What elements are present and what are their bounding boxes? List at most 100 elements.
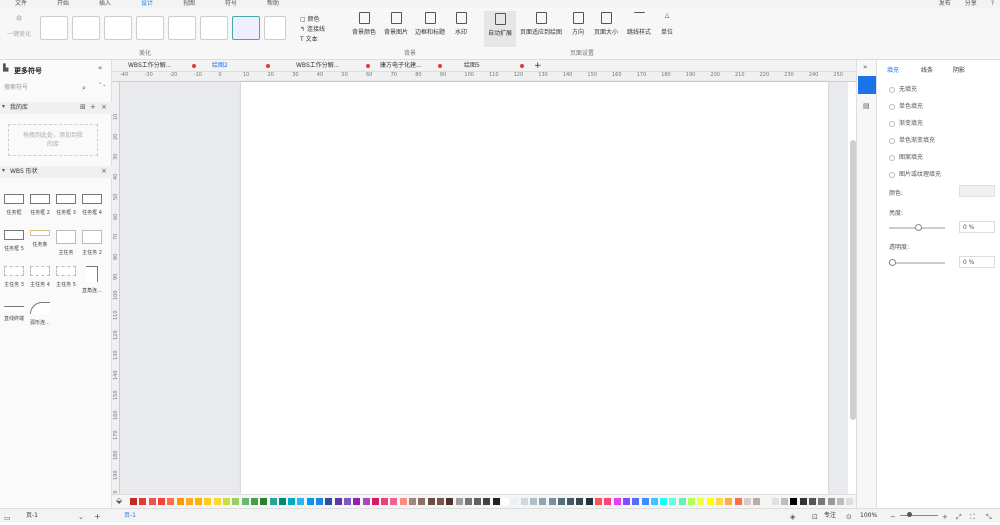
fit-page-button[interactable]: 页面适应到绘图 [518,12,564,36]
color-swatch[interactable] [511,498,519,505]
color-swatch[interactable] [567,498,575,505]
focus-icon[interactable]: ⊡ [812,511,818,524]
color-swatch[interactable] [790,498,798,505]
wbs-shapes-section[interactable]: WBS 形状 [0,166,112,178]
fill-option-image[interactable]: 图片或纹理填充 [889,169,941,178]
color-swatch[interactable] [204,498,212,505]
close-icon[interactable]: × [101,103,107,111]
one-click-beautify-button[interactable]: ✲ 一键美化 [4,14,34,38]
slider-knob[interactable] [889,259,896,266]
zoom-level[interactable]: 100% [860,509,877,522]
background-image-button[interactable]: 背景图片 [381,12,411,36]
color-swatch[interactable] [474,498,482,505]
color-swatch[interactable] [353,498,361,505]
color-swatch[interactable] [613,498,621,505]
color-swatch[interactable] [176,498,184,505]
transparency-input[interactable]: 0 % [959,256,995,268]
color-swatch[interactable] [381,498,389,505]
color-swatch[interactable] [390,498,398,505]
color-swatch[interactable] [539,498,547,505]
color-swatch[interactable] [715,498,723,505]
color-swatch[interactable] [223,498,230,505]
shape-main-task[interactable]: 主任务 [54,230,78,256]
color-swatch[interactable] [604,498,612,505]
color-swatch[interactable] [483,498,491,505]
theme-option-3[interactable] [104,16,132,40]
shape-main-task-2[interactable]: 主任务 2 [80,230,104,256]
fill-option-single-gradient[interactable]: 单色渐变填充 [889,135,935,144]
color-swatch[interactable] [781,498,788,505]
color-swatch[interactable] [455,498,463,505]
brightness-slider[interactable] [889,224,945,231]
color-swatch[interactable] [520,498,528,505]
color-swatch[interactable] [213,498,221,505]
shape-task-box-3[interactable]: 任务框 3 [54,194,78,216]
zoom-slider-knob[interactable] [907,512,912,517]
color-swatch[interactable] [316,498,323,505]
shape-task-box-5[interactable]: 任务框 5 [2,230,26,252]
color-swatch[interactable] [585,498,593,505]
expand-panel-icon[interactable]: » [863,63,867,71]
fill-option-gradient[interactable]: 渐变填充 [889,118,923,127]
fit-window-icon[interactable]: ⤢ [956,511,962,524]
add-tab-icon[interactable]: + [534,61,542,71]
theme-option-7[interactable] [232,16,260,40]
color-swatch[interactable] [362,498,370,505]
color-swatch[interactable] [334,498,342,505]
color-swatch[interactable] [827,498,835,505]
doc-tab-3[interactable]: WBS工作分解... [286,60,376,72]
color-swatch[interactable] [325,498,333,505]
scroll-updown-icon[interactable]: ⌃⌄ [98,82,106,88]
color-swatch[interactable] [157,498,165,505]
color-swatch[interactable] [743,498,751,505]
zoom-out-icon[interactable]: − [890,511,896,524]
theme-option-5[interactable] [168,16,196,40]
page-selector[interactable]: 页-1 [26,509,38,522]
shape-task-box-4[interactable]: 任务框 4 [80,194,104,216]
border-title-button[interactable]: 边框和标题 [413,12,447,36]
fill-option-none[interactable]: 无填充 [889,84,917,93]
color-swatch[interactable] [576,498,584,505]
color-swatch[interactable] [725,498,733,505]
color-swatch[interactable] [706,498,714,505]
unit-button[interactable]: △ 单位 [658,12,676,36]
transparency-slider[interactable] [889,259,945,266]
color-swatch[interactable] [269,498,277,505]
color-swatch[interactable] [678,498,686,505]
color-swatch[interactable] [492,498,500,505]
color-swatch[interactable] [836,498,844,505]
tab-shadow[interactable]: 阴影 [953,65,965,74]
shape-main-task-3[interactable]: 主任务 3 [2,266,26,288]
color-swatch[interactable] [688,498,695,505]
theme-option-2[interactable] [72,16,100,40]
text-option[interactable]: T 文本 [300,34,318,43]
shape-task-box-2[interactable]: 任务框 2 [28,194,52,216]
collapse-icon[interactable]: ⤡ [986,511,992,524]
color-swatch[interactable] [446,498,454,505]
slider-knob[interactable] [915,224,922,231]
color-swatch[interactable] [139,498,147,505]
menu-tab-file[interactable]: 文件 [0,0,42,8]
tab-fill[interactable]: 填充 [887,65,899,74]
color-swatch[interactable] [260,498,268,505]
chevron-down-icon[interactable]: ⌄ [78,511,84,524]
menu-tab-symbol[interactable]: 符号 [210,0,252,8]
fill-option-solid[interactable]: 单色填充 [889,101,923,110]
watermark-button[interactable]: 水印 [451,12,471,36]
connector-option[interactable]: ↰ 连接线 [300,24,325,33]
color-option[interactable]: ▢ 颜色 [300,14,320,23]
tab-line[interactable]: 线条 [921,65,933,74]
color-swatch[interactable] [529,498,537,505]
color-swatch[interactable] [241,498,249,505]
color-swatch[interactable] [818,498,826,505]
color-swatch[interactable] [762,498,770,505]
color-swatch[interactable] [288,498,296,505]
fill-option-pattern[interactable]: 图案填充 [889,152,923,161]
focus-mode-button[interactable]: 专注 [824,509,836,522]
color-swatch[interactable] [436,498,444,505]
auto-expand-button[interactable]: 自动扩展 [484,11,516,47]
color-swatch[interactable] [753,498,761,505]
color-swatch[interactable] [464,498,472,505]
close-icon[interactable]: × [101,167,107,175]
share-button[interactable]: 分享 [965,0,977,8]
